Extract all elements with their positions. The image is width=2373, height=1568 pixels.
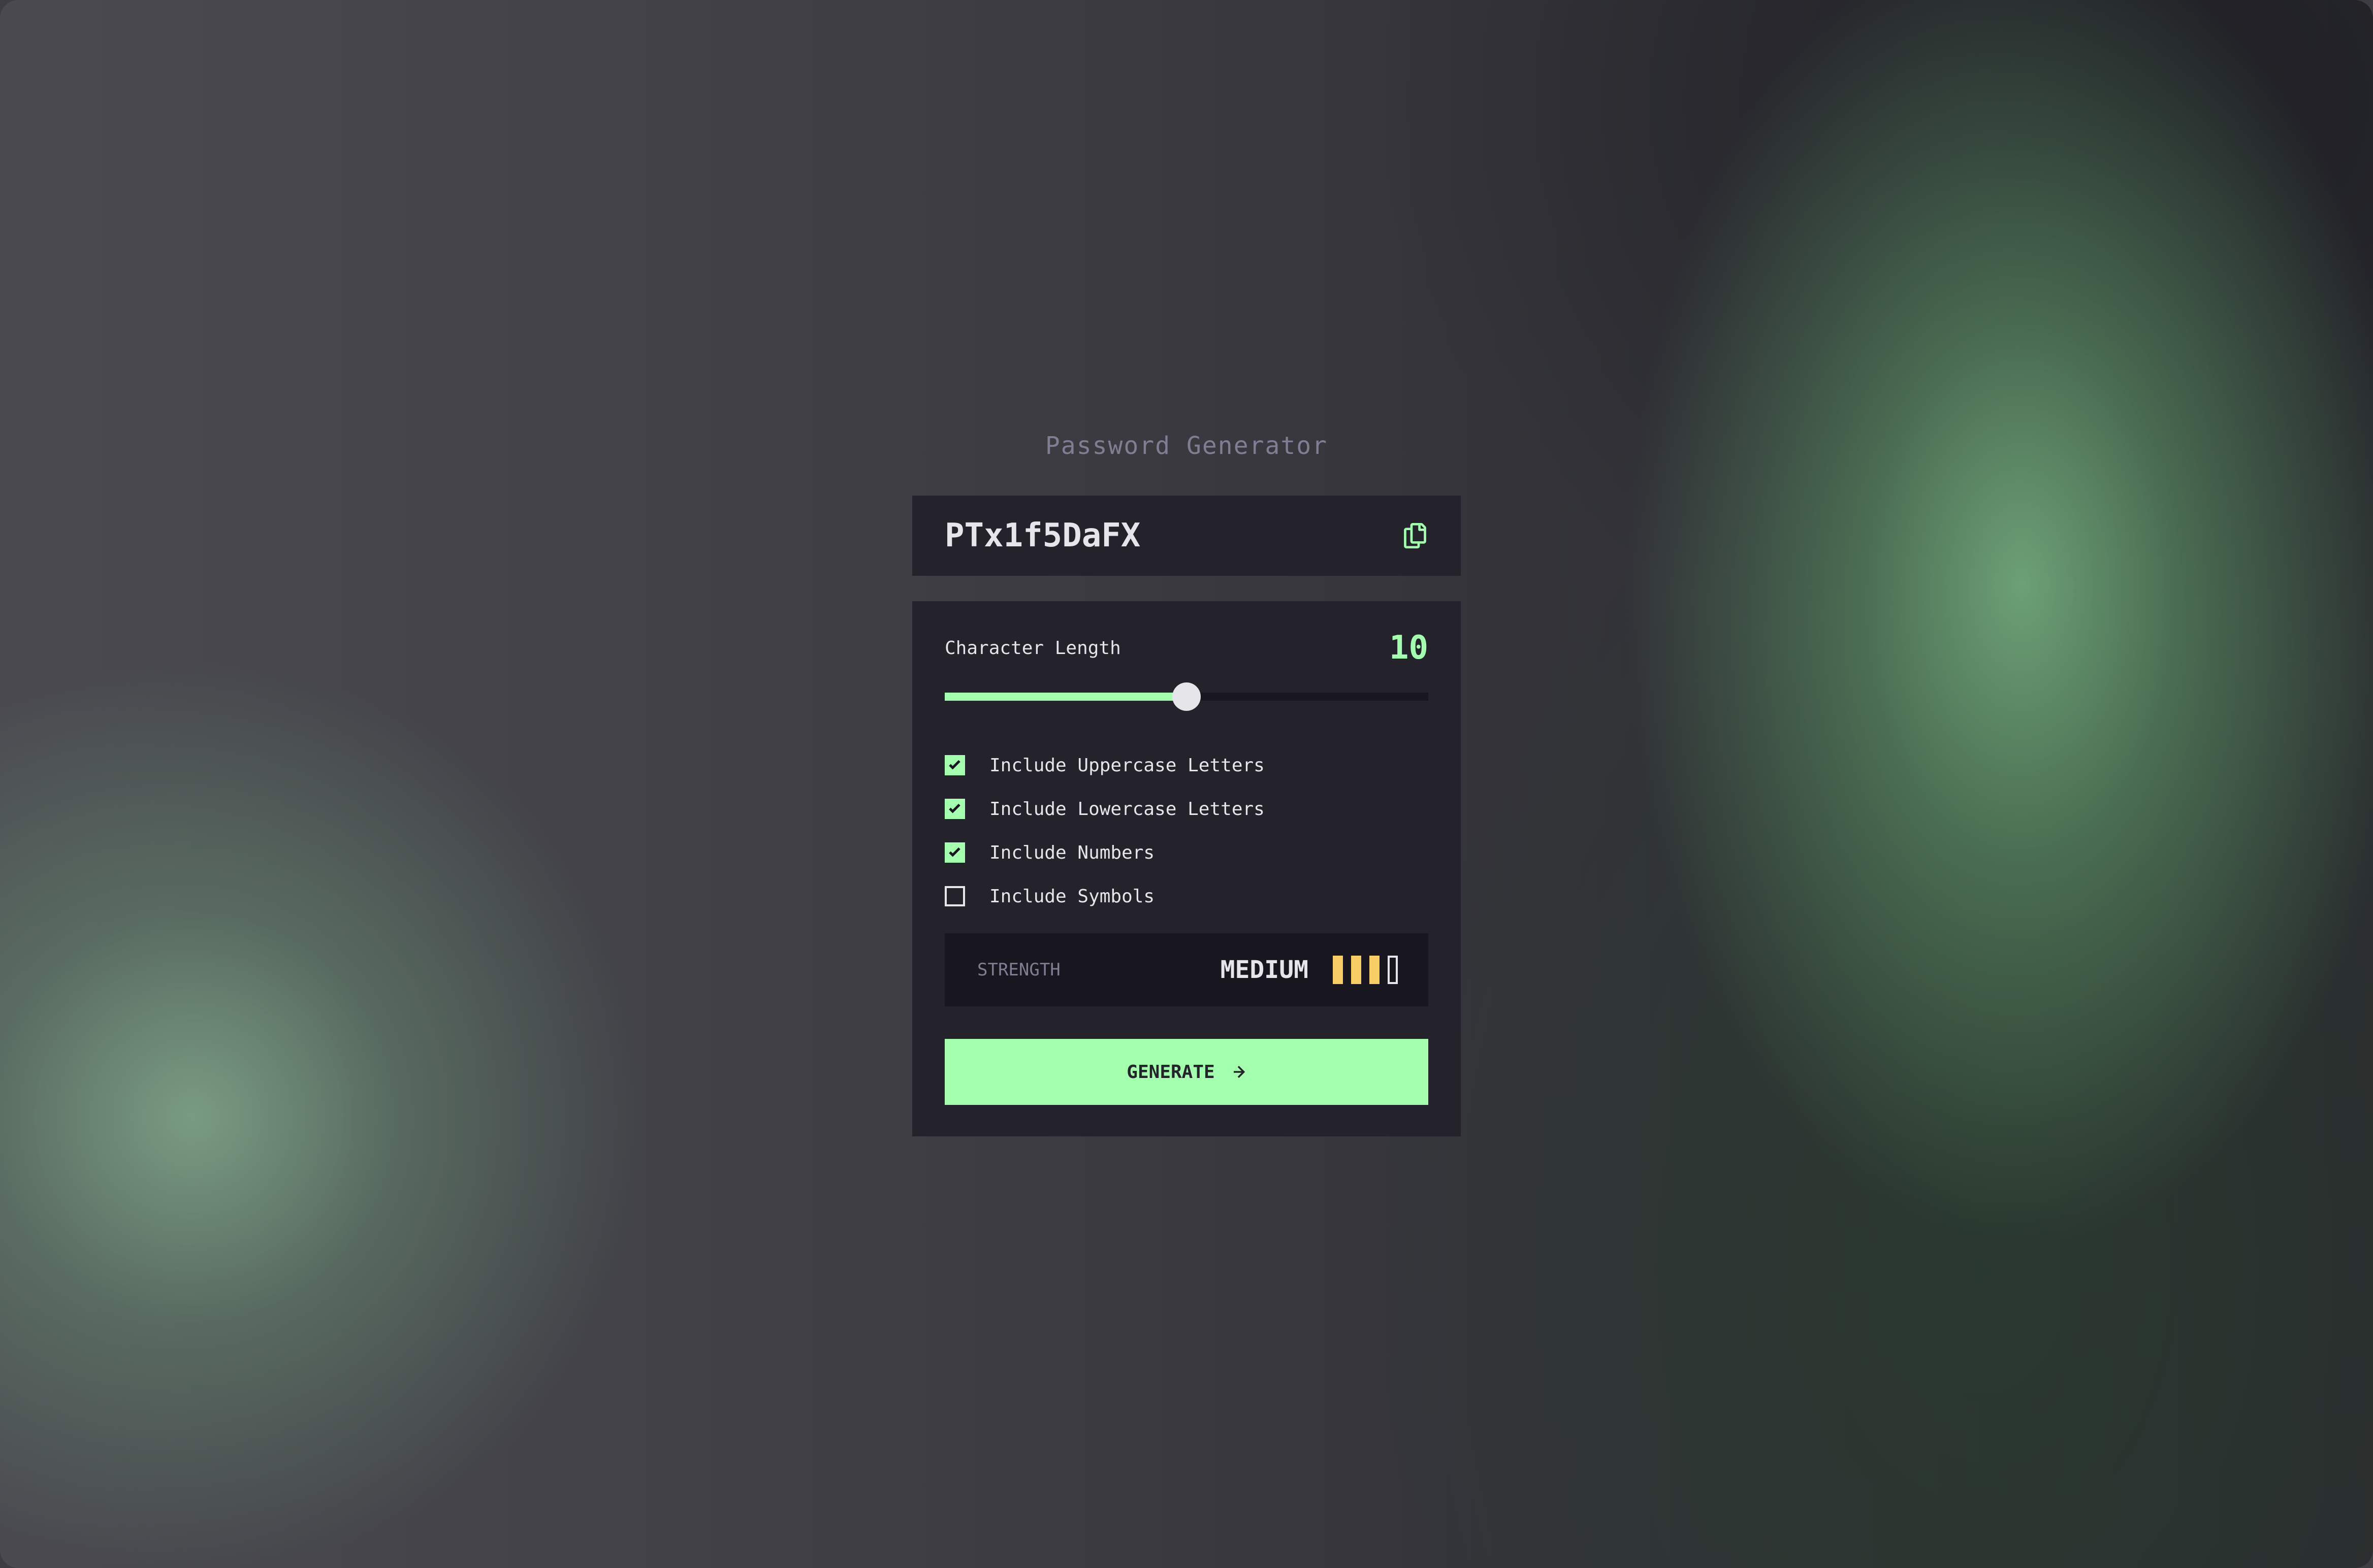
slider-thumb[interactable] [1172,682,1201,711]
page-title: Password Generator [1045,432,1328,460]
password-value: PTx1f5DaFX [945,517,1141,554]
strength-label: STRENGTH [977,960,1061,980]
length-label: Character Length [945,637,1121,659]
checkbox-symbols[interactable] [945,886,965,906]
strength-bar [1333,956,1343,984]
strength-value: MEDIUM [1220,956,1308,984]
generate-label: GENERATE [1127,1061,1215,1083]
strength-bar [1369,956,1380,984]
checkbox-lowercase[interactable] [945,799,965,819]
strength-bar [1351,956,1361,984]
arrow-right-icon [1233,1066,1246,1078]
length-value: 10 [1389,629,1428,667]
strength-indicator: MEDIUM [1221,956,1398,984]
option-lowercase[interactable]: Include Lowercase Letters [945,787,1428,831]
checkbox-uppercase[interactable] [945,755,965,775]
option-uppercase[interactable]: Include Uppercase Letters [945,743,1428,787]
strength-bar [1388,956,1398,984]
option-label: Include Numbers [989,842,1155,863]
option-numbers[interactable]: Include Numbers [945,831,1428,874]
password-display: PTx1f5DaFX [912,496,1461,576]
generate-button[interactable]: GENERATE [945,1039,1428,1105]
length-row: Character Length 10 [945,628,1428,668]
copy-icon[interactable] [1402,522,1428,549]
option-label: Include Uppercase Letters [989,755,1265,776]
checkbox-numbers[interactable] [945,842,965,863]
strength-meter: STRENGTH MEDIUM [945,933,1428,1006]
option-label: Include Lowercase Letters [989,798,1265,820]
options-list: Include Uppercase Letters Include Lowerc… [945,743,1428,918]
settings-panel: Character Length 10 Include Uppercase Le… [912,601,1461,1136]
option-symbols[interactable]: Include Symbols [945,874,1428,918]
option-label: Include Symbols [989,886,1155,907]
slider-fill [945,693,1186,701]
length-slider[interactable] [945,682,1428,711]
